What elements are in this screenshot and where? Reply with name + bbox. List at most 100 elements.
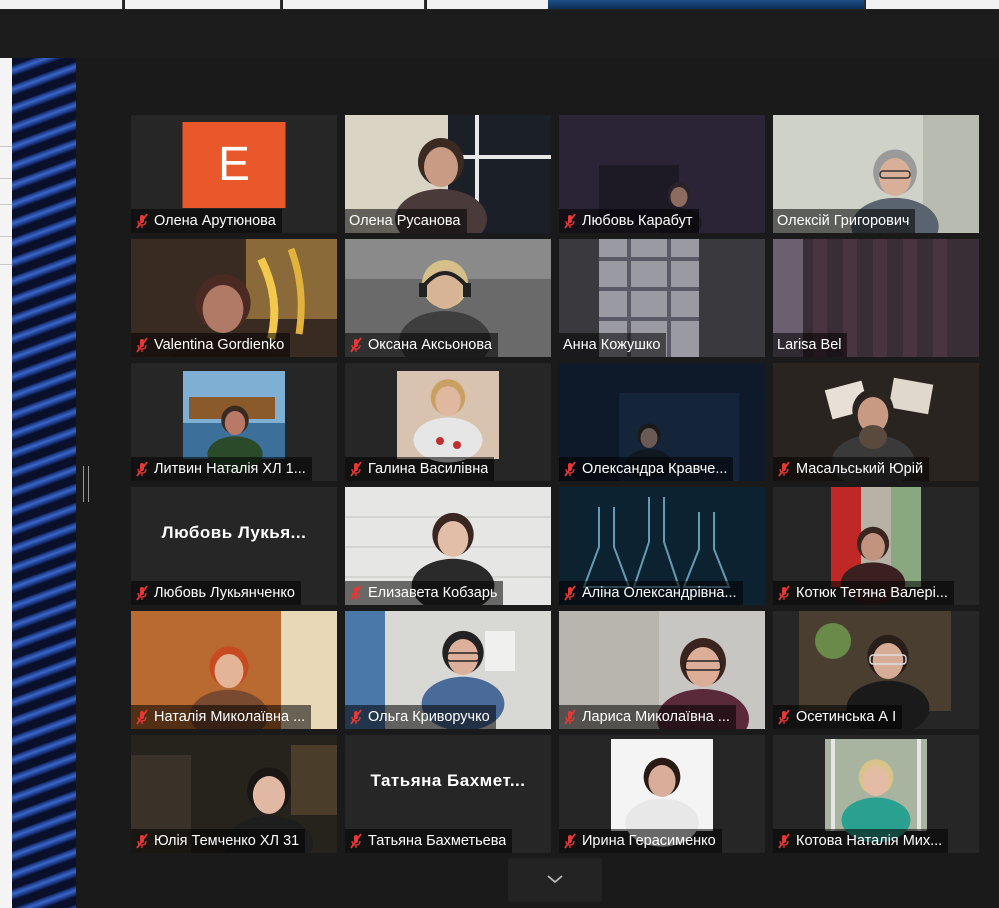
participant-tile[interactable]: Ольга Криворучко — [345, 611, 551, 729]
participant-name: Олена Арутюнова — [154, 213, 276, 229]
participant-name: Аліна Олександрівна... — [582, 585, 737, 601]
participant-tile[interactable]: Татьяна Бахмет... Татьяна Бахметьева — [345, 735, 551, 853]
participant-name: Наталія Миколаївна ... — [154, 709, 306, 725]
participant-nametag: Татьяна Бахметьева — [345, 829, 513, 853]
participant-nametag: Valentina Gordienko — [131, 333, 291, 357]
participant-nametag: Юлія Темченко ХЛ 31 — [131, 829, 306, 853]
participant-nametag: Галина Василівна — [345, 457, 495, 481]
participant-tile[interactable]: Масальський Юрій — [773, 363, 979, 481]
participant-nametag: Котова Наталія Мих... — [773, 829, 949, 853]
participant-nametag: Анна Кожушко — [559, 333, 667, 357]
mic-muted-icon — [564, 461, 576, 477]
participant-tile[interactable]: Аліна Олександрівна... — [559, 487, 765, 605]
participant-tile[interactable]: E Олена Арутюнова — [131, 115, 337, 233]
participant-tile[interactable]: Оксана Аксьонова — [345, 239, 551, 357]
participant-tile[interactable]: Лариса Миколаївна ... — [559, 611, 765, 729]
participant-nametag: Осетинська А І — [773, 705, 903, 729]
participant-tile[interactable]: Юлія Темченко ХЛ 31 — [131, 735, 337, 853]
show-more-button[interactable] — [508, 858, 602, 902]
participant-name: Олексій Григорович — [777, 213, 910, 229]
mic-muted-icon — [136, 585, 148, 601]
participant-tile[interactable]: Галина Василівна — [345, 363, 551, 481]
participant-nametag: Олена Арутюнова — [131, 209, 282, 233]
mic-muted-icon — [136, 461, 148, 477]
participant-name: Valentina Gordienko — [154, 337, 285, 353]
mic-muted-icon — [350, 585, 362, 601]
mic-muted-icon — [778, 833, 790, 849]
participant-name: Любовь Карабут — [582, 213, 693, 229]
participant-nametag: Любовь Карабут — [559, 209, 699, 233]
top-window-segment — [427, 0, 549, 9]
participant-nametag: Аліна Олександрівна... — [559, 581, 743, 605]
participant-tile[interactable]: Любовь Карабут — [559, 115, 765, 233]
participant-nametag: Ирина Герасименко — [559, 829, 722, 853]
mic-muted-icon — [350, 337, 362, 353]
top-window-segment — [125, 0, 281, 9]
participant-name: Олександра Кравче... — [582, 461, 728, 477]
mic-muted-icon — [778, 709, 790, 725]
participant-nametag: Олена Русанова — [345, 209, 467, 233]
participant-tile[interactable]: Олександра Кравче... — [559, 363, 765, 481]
participant-tile[interactable]: Valentina Gordienko — [131, 239, 337, 357]
participant-tile[interactable]: Литвин Наталія ХЛ 1... — [131, 363, 337, 481]
participant-nametag: Котюк Тетяна Валері... — [773, 581, 954, 605]
background-stripes — [12, 58, 76, 908]
mic-muted-icon — [136, 213, 148, 229]
participant-name: Юлія Темченко ХЛ 31 — [154, 833, 300, 849]
mic-muted-icon — [778, 585, 790, 601]
participant-name: Ольга Криворучко — [368, 709, 490, 725]
participant-tile[interactable]: Котюк Тетяна Валері... — [773, 487, 979, 605]
participant-display-name: Татьяна Бахмет... — [370, 771, 526, 790]
mic-muted-icon — [136, 833, 148, 849]
participant-name: Татьяна Бахметьева — [368, 833, 507, 849]
participant-name: Анна Кожушко — [563, 337, 661, 353]
participant-display-name: Любовь Лукья... — [161, 523, 307, 542]
participant-tile[interactable]: Олексій Григорович — [773, 115, 979, 233]
mic-muted-icon — [778, 461, 790, 477]
participant-name: Масальський Юрій — [796, 461, 924, 477]
avatar: E — [182, 122, 286, 208]
mic-muted-icon — [350, 833, 362, 849]
mic-muted-icon — [564, 585, 576, 601]
participant-nametag: Оксана Аксьонова — [345, 333, 498, 357]
participant-tile[interactable]: Олена Русанова — [345, 115, 551, 233]
participant-name: Елизавета Кобзарь — [368, 585, 498, 601]
participant-nametag: Масальський Юрій — [773, 457, 930, 481]
participant-tile[interactable]: Осетинська А І — [773, 611, 979, 729]
participant-tile[interactable]: Ирина Герасименко — [559, 735, 765, 853]
participant-tile[interactable]: Наталія Миколаївна ... — [131, 611, 337, 729]
mic-muted-icon — [564, 709, 576, 725]
mic-muted-icon — [136, 709, 148, 725]
participant-name: Осетинська А І — [796, 709, 897, 725]
mic-muted-icon — [136, 337, 148, 353]
participant-nametag: Елизавета Кобзарь — [345, 581, 504, 605]
participant-name: Larisa Bel — [777, 337, 842, 353]
mic-muted-icon — [350, 461, 362, 477]
top-bar — [0, 0, 999, 10]
top-window-segment — [0, 0, 123, 9]
mic-muted-icon — [564, 213, 576, 229]
header-band — [0, 10, 999, 58]
participant-name: Котова Наталія Мих... — [796, 833, 943, 849]
chevron-down-icon — [547, 875, 563, 884]
participant-tile[interactable]: Любовь Лукья... Любовь Лукьянченко — [131, 487, 337, 605]
participant-name: Ирина Герасименко — [582, 833, 716, 849]
participant-tile[interactable]: Елизавета Кобзарь — [345, 487, 551, 605]
resize-handle[interactable] — [83, 466, 89, 502]
participant-nametag: Larisa Bel — [773, 333, 848, 357]
participant-tile[interactable]: Анна Кожушко — [559, 239, 765, 357]
participant-nametag: Олексій Григорович — [773, 209, 916, 233]
participant-name: Любовь Лукьянченко — [154, 585, 295, 601]
participant-name: Олена Русанова — [349, 213, 461, 229]
participant-name: Оксана Аксьонова — [368, 337, 492, 353]
participant-nametag: Наталія Миколаївна ... — [131, 705, 312, 729]
participant-nametag: Литвин Наталія ХЛ 1... — [131, 457, 312, 481]
mic-muted-icon — [564, 833, 576, 849]
participant-tile[interactable]: Larisa Bel — [773, 239, 979, 357]
top-window-segment — [548, 0, 865, 9]
participant-tile[interactable]: Котова Наталія Мих... — [773, 735, 979, 853]
participant-name: Котюк Тетяна Валері... — [796, 585, 948, 601]
participant-nametag: Олександра Кравче... — [559, 457, 734, 481]
participant-name: Галина Василівна — [368, 461, 489, 477]
participant-name: Литвин Наталія ХЛ 1... — [154, 461, 306, 477]
